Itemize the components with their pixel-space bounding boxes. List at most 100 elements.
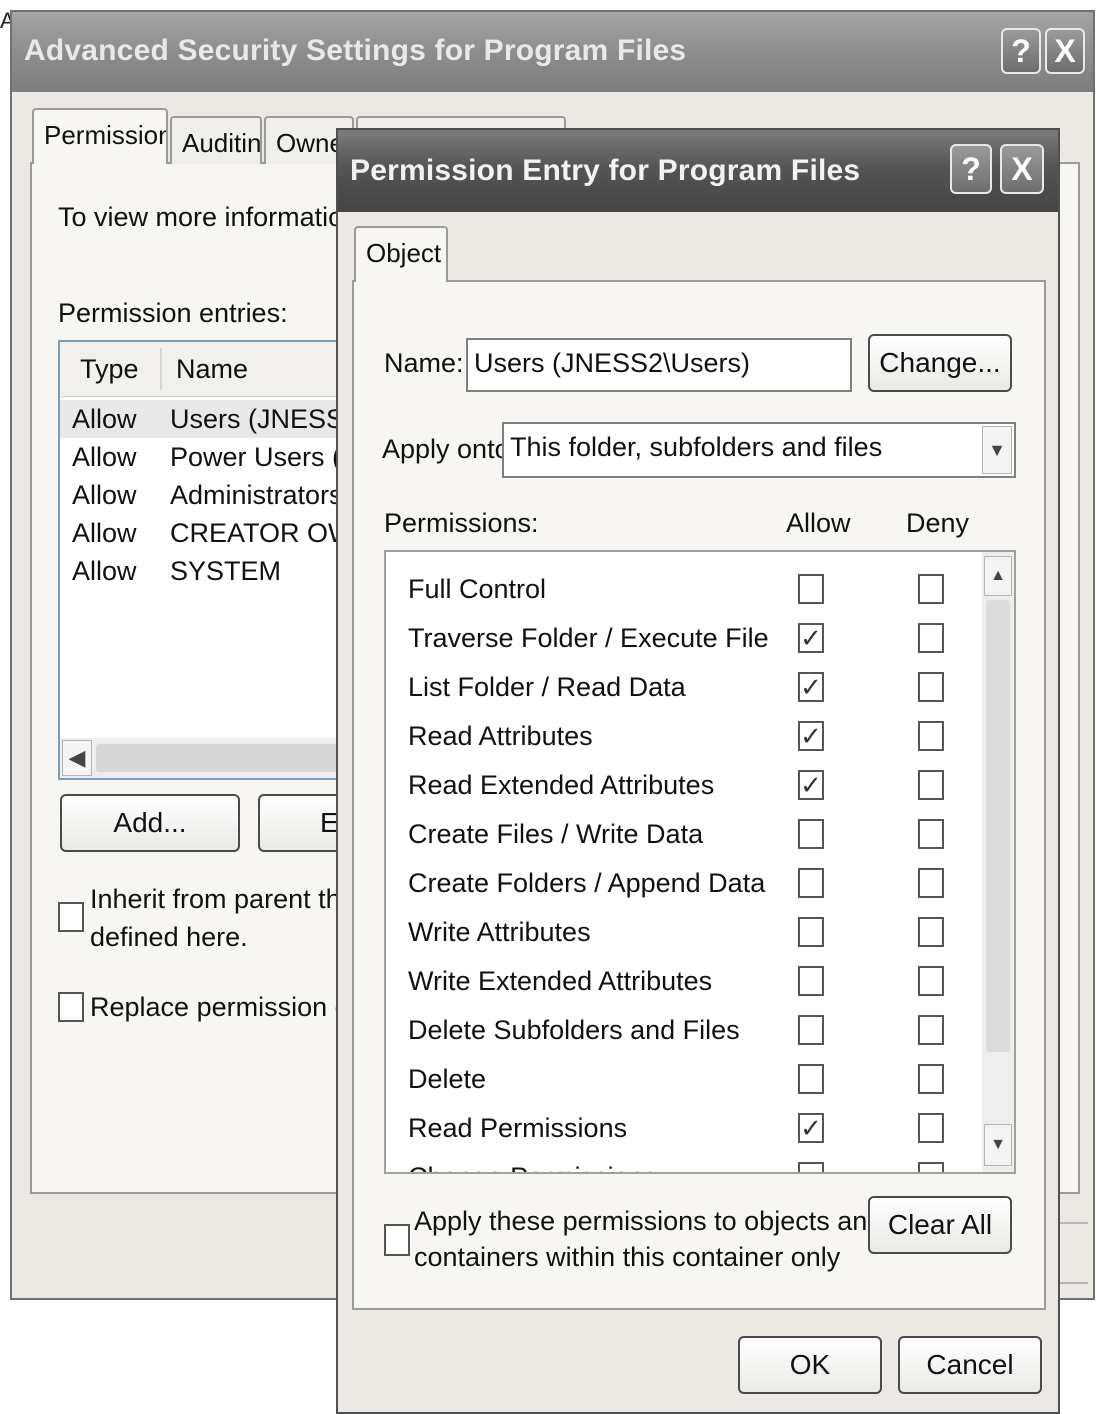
- list-header: Type Name: [60, 342, 356, 397]
- advanced-titlebar: Advanced Security Settings for Program F…: [12, 12, 1093, 92]
- permission-row: Read Permissions ✓: [386, 1105, 1014, 1154]
- change-button[interactable]: Change...: [868, 334, 1012, 392]
- deny-checkbox[interactable]: [918, 1064, 944, 1094]
- tab-auditing[interactable]: Auditing: [170, 116, 262, 164]
- apply-onto-label: Apply onto:: [382, 434, 518, 464]
- allow-checkbox[interactable]: [798, 917, 824, 947]
- deny-checkbox[interactable]: [918, 1113, 944, 1143]
- apply-container-label-line2: containers within this container only: [414, 1242, 841, 1272]
- column-name[interactable]: Name: [176, 354, 248, 385]
- permission-name: Traverse Folder / Execute File: [408, 623, 769, 653]
- clear-all-button[interactable]: Clear All: [868, 1196, 1012, 1254]
- permission-row: List Folder / Read Data ✓: [386, 664, 1014, 713]
- vertical-scrollbar[interactable]: ▲ ▼: [982, 552, 1014, 1172]
- entry-help-button[interactable]: ?: [950, 144, 992, 194]
- permission-row: Delete: [386, 1056, 1014, 1105]
- scroll-up-icon[interactable]: ▲: [984, 556, 1012, 596]
- check-icon: ✓: [800, 672, 822, 702]
- advanced-help-button[interactable]: ?: [1001, 28, 1041, 74]
- add-button[interactable]: Add...: [60, 794, 240, 852]
- permission-entries-list[interactable]: Type Name Allow Users (JNESS2\U Allow Po…: [58, 340, 358, 780]
- deny-checkbox[interactable]: [918, 819, 944, 849]
- scroll-left-icon[interactable]: ◀: [62, 740, 92, 776]
- deny-checkbox[interactable]: [918, 623, 944, 653]
- permission-name: List Folder / Read Data: [408, 672, 686, 702]
- deny-checkbox[interactable]: [918, 721, 944, 751]
- deny-checkbox[interactable]: [918, 966, 944, 996]
- column-divider: [160, 348, 162, 390]
- allow-checkbox[interactable]: [798, 819, 824, 849]
- entry-name: Power Users (JNE: [170, 442, 356, 472]
- check-icon: ✓: [800, 623, 822, 653]
- scroll-down-icon[interactable]: ▼: [984, 1124, 1012, 1166]
- scroll-thumb[interactable]: [986, 600, 1010, 1052]
- permission-row: Read Extended Attributes ✓: [386, 762, 1014, 811]
- advanced-title: Advanced Security Settings for Program F…: [24, 34, 687, 67]
- deny-checkbox[interactable]: [918, 1162, 944, 1172]
- apply-onto-select[interactable]: This folder, subfolders and files ▼: [502, 422, 1016, 478]
- deny-header: Deny: [906, 508, 970, 538]
- permission-name: Write Attributes: [408, 917, 591, 947]
- allow-checkbox[interactable]: ✓: [798, 1113, 824, 1143]
- allow-checkbox[interactable]: [798, 1015, 824, 1045]
- permission-row: Create Files / Write Data: [386, 811, 1014, 860]
- entry-type: Allow: [72, 480, 137, 510]
- allow-checkbox[interactable]: [798, 1162, 824, 1172]
- cancel-button[interactable]: Cancel: [898, 1336, 1042, 1394]
- entry-name: CREATOR OWN: [170, 518, 358, 548]
- allow-checkbox[interactable]: [798, 966, 824, 996]
- entry-name: Administrators (JN: [170, 480, 356, 510]
- permission-row: Create Folders / Append Data: [386, 860, 1014, 909]
- entry-title: Permission Entry for Program Files: [350, 154, 861, 187]
- permission-row: Read Attributes ✓: [386, 713, 1014, 762]
- permissions-label: Permissions:: [384, 508, 539, 538]
- deny-checkbox[interactable]: [918, 672, 944, 702]
- name-field[interactable]: Users (JNESS2\Users): [466, 338, 852, 392]
- permission-name: Read Extended Attributes: [408, 770, 715, 800]
- permission-name: Read Attributes: [408, 721, 593, 751]
- entry-close-button[interactable]: X: [1000, 144, 1044, 194]
- apply-container-label-line1: Apply these permissions to objects and/o…: [414, 1206, 914, 1236]
- allow-checkbox[interactable]: ✓: [798, 672, 824, 702]
- inherit-label-line2: defined here.: [90, 922, 248, 952]
- apply-onto-value: This folder, subfolders and files: [510, 432, 883, 462]
- tab-permissions[interactable]: Permissions: [32, 108, 168, 164]
- permission-row: Write Extended Attributes: [386, 958, 1014, 1007]
- allow-checkbox[interactable]: ✓: [798, 721, 824, 751]
- entry-name: SYSTEM: [170, 556, 282, 586]
- name-label: Name:: [384, 348, 464, 378]
- tab-object[interactable]: Object: [354, 226, 448, 282]
- column-type[interactable]: Type: [80, 354, 139, 385]
- close-icon: X: [1054, 32, 1076, 69]
- entry-name: Users (JNESS2\U: [170, 404, 356, 434]
- deny-checkbox[interactable]: [918, 1015, 944, 1045]
- help-icon: ?: [961, 150, 981, 187]
- permission-name: Delete Subfolders and Files: [408, 1015, 740, 1045]
- inherit-checkbox[interactable]: [58, 902, 84, 932]
- deny-checkbox[interactable]: [918, 574, 944, 604]
- deny-checkbox[interactable]: [918, 868, 944, 898]
- horizontal-scrollbar[interactable]: ◀: [60, 738, 356, 778]
- deny-checkbox[interactable]: [918, 770, 944, 800]
- entry-type: Allow: [72, 518, 137, 548]
- allow-checkbox[interactable]: [798, 868, 824, 898]
- scroll-thumb[interactable]: [96, 744, 356, 772]
- permission-entries-label: Permission entries:: [58, 298, 288, 328]
- permission-row: Traverse Folder / Execute File ✓: [386, 615, 1014, 664]
- replace-checkbox[interactable]: [58, 992, 84, 1022]
- allow-checkbox[interactable]: ✓: [798, 623, 824, 653]
- allow-checkbox[interactable]: [798, 1064, 824, 1094]
- advanced-close-button[interactable]: X: [1045, 28, 1085, 74]
- apply-container-checkbox[interactable]: [384, 1224, 410, 1256]
- permission-name: Read Permissions: [408, 1113, 628, 1143]
- allow-checkbox[interactable]: ✓: [798, 770, 824, 800]
- allow-checkbox[interactable]: [798, 574, 824, 604]
- chevron-down-icon[interactable]: ▼: [982, 426, 1012, 474]
- permission-row: Change Permissions: [386, 1154, 1014, 1172]
- permissions-list[interactable]: Full Control Traverse Folder / Execute Fi…: [384, 550, 1016, 1174]
- deny-checkbox[interactable]: [918, 917, 944, 947]
- ok-button[interactable]: OK: [738, 1336, 882, 1394]
- permission-row: Write Attributes: [386, 909, 1014, 958]
- permission-name: Create Folders / Append Data: [408, 868, 766, 898]
- allow-header: Allow: [786, 508, 851, 538]
